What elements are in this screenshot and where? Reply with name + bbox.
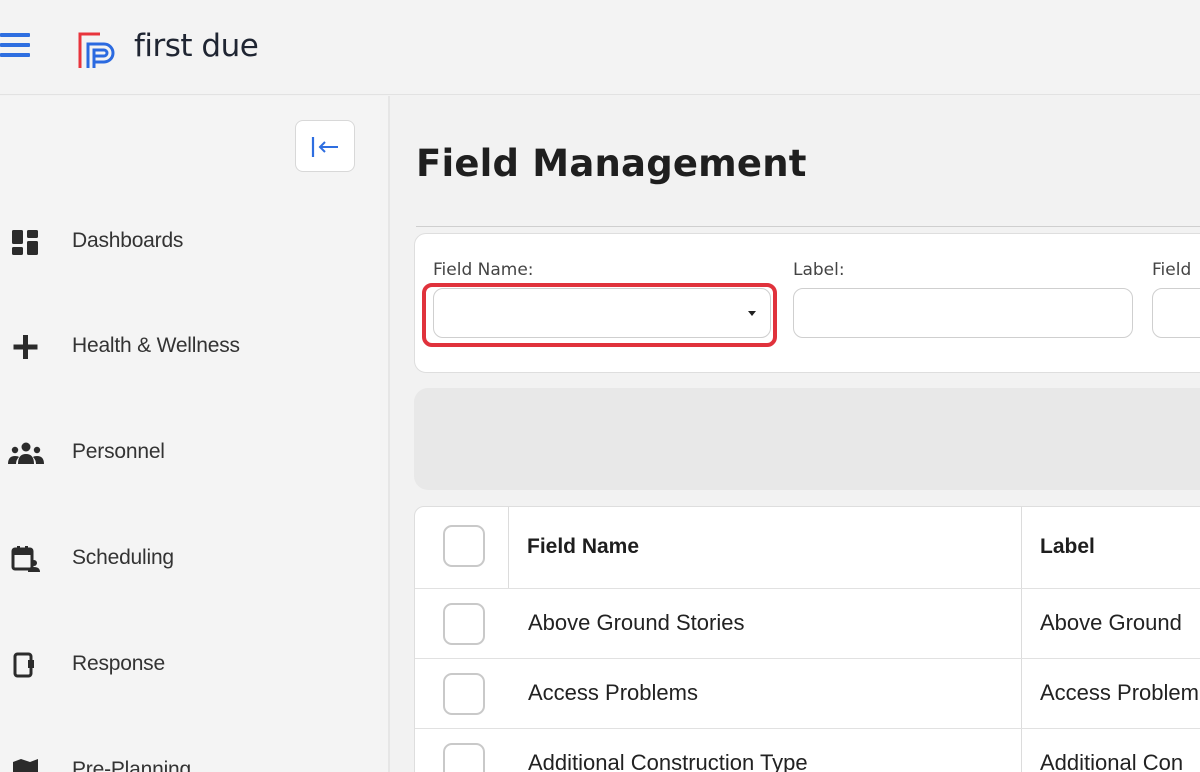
row-checkbox[interactable] (443, 603, 485, 645)
label-filter-label: Label: (793, 260, 845, 280)
field-name-select[interactable] (433, 288, 771, 338)
main-content: Field Management Field Name: Label: Fiel… (392, 96, 1200, 772)
label-filter-input[interactable] (793, 288, 1133, 338)
plus-icon (13, 335, 38, 359)
filter-panel: Field Name: Label: Field (414, 233, 1200, 373)
page-title: Field Management (416, 142, 807, 185)
third-filter-input[interactable] (1152, 288, 1200, 338)
map-icon (13, 759, 38, 772)
hamburger-menu-icon[interactable] (0, 33, 30, 57)
table-row[interactable]: Additional Construction Type Additional … (415, 729, 1200, 772)
row-field-name: Additional Construction Type (528, 750, 808, 772)
third-filter-label: Field (1152, 260, 1192, 280)
sidebar-item-health-wellness[interactable]: Health & Wellness (0, 317, 388, 377)
select-all-checkbox[interactable] (443, 525, 485, 567)
top-bar: first due (0, 0, 1200, 95)
table-row[interactable]: Access Problems Access Problem (415, 659, 1200, 729)
field-name-filter-label: Field Name: (433, 260, 534, 280)
sidebar-item-scheduling[interactable]: Scheduling (0, 529, 388, 589)
sidebar-item-dashboards[interactable]: Dashboards (0, 212, 388, 272)
sidebar-item-response[interactable]: Response (0, 635, 388, 695)
title-divider (416, 226, 1200, 227)
sidebar-item-label: Health & Wellness (72, 334, 240, 357)
sidebar-item-label: Pre-Planning (72, 758, 192, 772)
row-checkbox[interactable] (443, 673, 485, 715)
sidebar-item-label: Response (72, 652, 165, 675)
row-checkbox[interactable] (443, 743, 485, 772)
column-header-field-name[interactable]: Field Name (527, 535, 639, 559)
table-row[interactable]: Above Ground Stories Above Ground (415, 589, 1200, 659)
sidebar-item-pre-planning[interactable]: Pre-Planning (0, 741, 388, 772)
toolbar-area (414, 388, 1200, 490)
response-icon (13, 652, 34, 678)
sidebar-item-label: Personnel (72, 440, 165, 463)
sidebar-item-personnel[interactable]: Personnel (0, 423, 388, 483)
table-header-row: Field Name Label (415, 507, 1200, 589)
collapse-sidebar-button[interactable] (295, 120, 355, 172)
row-field-name: Above Ground Stories (528, 610, 745, 635)
chevron-down-icon (748, 311, 756, 316)
fields-table: Field Name Label Above Ground Stories Ab… (414, 506, 1200, 772)
sidebar-item-label: Dashboards (72, 229, 184, 252)
row-label: Above Ground (1040, 610, 1182, 635)
row-label: Access Problem (1040, 680, 1199, 705)
first-due-logo-icon (78, 32, 115, 68)
sidebar: Dashboards Health & Wellness Personnel S… (0, 96, 390, 772)
calendar-person-icon (11, 546, 40, 572)
logo-text: first due (134, 28, 259, 64)
row-label: Additional Con (1040, 750, 1184, 772)
sidebar-item-label: Scheduling (72, 546, 174, 569)
row-field-name: Access Problems (528, 680, 698, 705)
collapse-left-icon (311, 137, 338, 157)
people-icon (8, 442, 44, 464)
column-header-label[interactable]: Label (1040, 535, 1095, 559)
dashboard-icon (12, 230, 38, 255)
